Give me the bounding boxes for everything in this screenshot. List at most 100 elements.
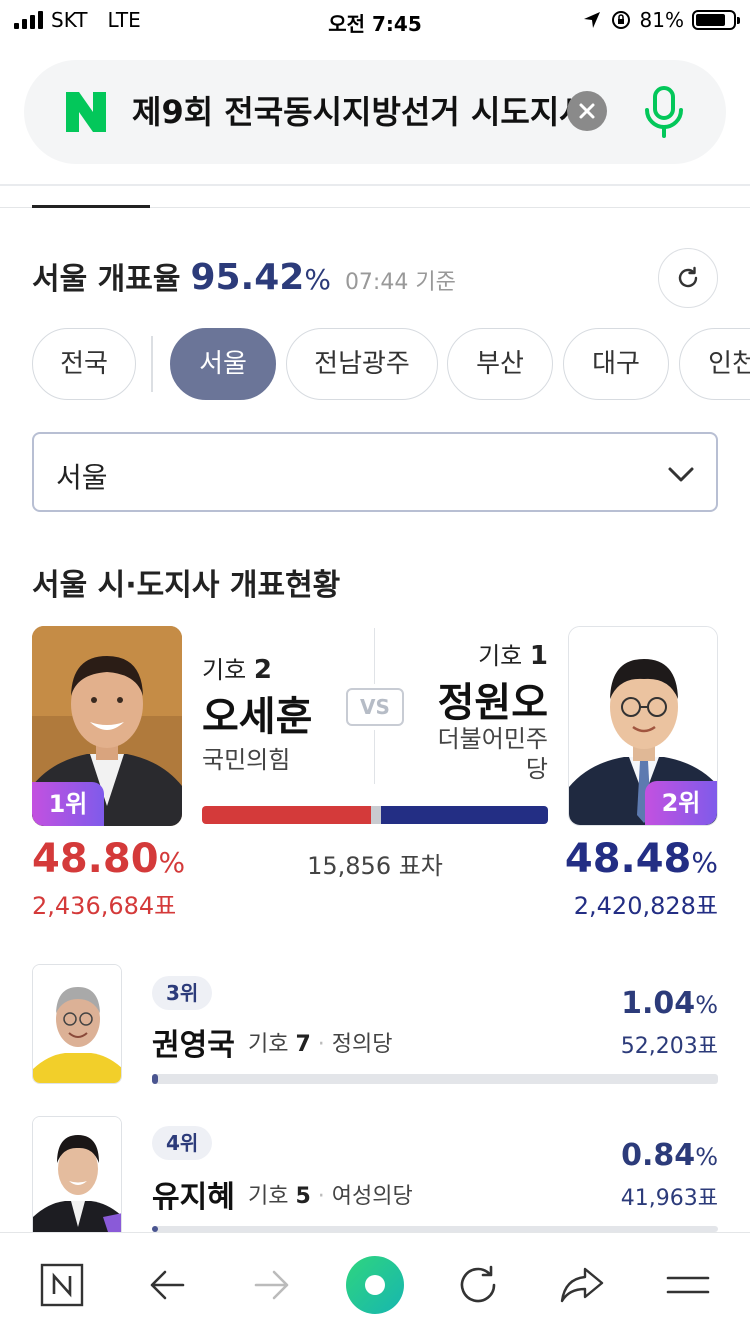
percent-value: 1.04 (621, 986, 696, 1021)
giho-label: 기호 (248, 1032, 289, 1057)
forward-button[interactable] (242, 1255, 302, 1315)
vote-share-right (380, 806, 548, 824)
candidate-party-right: 더불어민주 당 (438, 724, 548, 784)
chip-daegu[interactable]: 대구 (563, 328, 669, 400)
candidate-photo-left[interactable]: 1위 (32, 626, 182, 826)
active-tab-indicator (32, 205, 150, 208)
chip-jeonnam-gwangju[interactable]: 전남광주 (286, 328, 438, 400)
reload-button[interactable] (448, 1255, 508, 1315)
region-select-value: 서울 (56, 461, 108, 494)
battery-icon (692, 10, 740, 30)
giho-number: 1 (529, 641, 548, 671)
orientation-lock-icon (611, 11, 630, 29)
percent-left: 48.80% (32, 836, 185, 882)
percent-value: 0.84 (621, 1138, 696, 1173)
candidate-name-4[interactable]: 유지혜 (152, 1172, 235, 1216)
green-dot-icon (346, 1256, 404, 1314)
chip-divider (151, 336, 153, 392)
vs-badge: VS (346, 688, 404, 726)
party-name: 여성의당 (331, 1184, 413, 1209)
party-name: 정의당 (331, 1032, 393, 1057)
votes-right: 2,420,828표 (573, 892, 718, 920)
candidate-photo-3[interactable] (32, 964, 122, 1084)
percent-sign: % (691, 846, 718, 879)
search-bar[interactable]: 제9회 전국동시지방선거 시도지사 (24, 60, 726, 164)
giho-number: 2 (253, 655, 272, 685)
rank-badge: 1위 (32, 782, 104, 826)
status-right: 81% (582, 8, 740, 32)
rank-badge: 2위 (645, 781, 717, 825)
percent-sign: % (695, 991, 718, 1019)
close-icon (579, 103, 595, 119)
percent-value: 48.48 (564, 836, 692, 882)
candidate-name-left[interactable]: 오세훈 (202, 684, 312, 742)
candidate-name-3[interactable]: 권영국 (152, 1020, 235, 1064)
giho-number: 5 (295, 1184, 311, 1209)
share-button[interactable] (552, 1255, 612, 1315)
search-input[interactable]: 제9회 전국동시지방선거 시도지사 (132, 90, 572, 134)
giho-left: 기호 2 (202, 650, 272, 685)
party-line-2: 당 (525, 755, 548, 783)
votes-4: 41,963표 (620, 1186, 718, 1211)
green-dot-button[interactable] (344, 1254, 406, 1316)
percent-value: 48.80 (32, 836, 159, 882)
count-rate-label: 서울 개표율 (32, 262, 181, 297)
count-rate-time: 07:44 기준 (344, 270, 456, 295)
vs-divider-top (374, 628, 375, 684)
back-button[interactable] (137, 1255, 197, 1315)
menu-button[interactable] (658, 1255, 718, 1315)
header-divider (0, 184, 750, 186)
chip-nationwide[interactable]: 전국 (32, 328, 136, 400)
giho-number: 7 (295, 1032, 311, 1057)
region-chips: 전국 서울 전남광주 부산 대구 인천 (32, 328, 750, 400)
candidate-photo-4[interactable] (32, 1116, 122, 1234)
vote-share-left (202, 806, 371, 824)
rank-pill: 3위 (152, 976, 213, 1010)
refresh-icon (678, 266, 698, 288)
battery-fill (696, 14, 726, 26)
percent-4: 0.84% (621, 1138, 718, 1173)
vote-share-bar (202, 806, 548, 824)
candidate-party-left: 국민의힘 (202, 746, 291, 774)
back-arrow-icon (150, 1270, 185, 1300)
votes-3: 52,203표 (620, 1034, 718, 1059)
rank-pill: 4위 (152, 1126, 213, 1160)
candidate-info-3: 기호 7 · 정의당 (248, 1032, 393, 1057)
region-select[interactable]: 서울 (32, 432, 718, 512)
chip-seoul[interactable]: 서울 (170, 328, 276, 400)
microphone-icon[interactable] (640, 84, 688, 140)
naver-home-button[interactable] (32, 1255, 92, 1315)
menu-icon (666, 1276, 710, 1294)
count-rate-percent-sign: % (304, 263, 331, 296)
forward-arrow-icon (254, 1270, 289, 1300)
reload-icon (460, 1265, 496, 1303)
candidate-name-right[interactable]: 정원오 (438, 670, 548, 728)
naver-n-logo[interactable] (64, 90, 108, 134)
battery-percent: 81% (639, 8, 684, 32)
giho-label: 기호 (478, 642, 523, 670)
location-icon (583, 12, 600, 28)
share-icon (560, 1267, 604, 1303)
refresh-button[interactable] (658, 248, 718, 308)
candidate-photo-right[interactable]: 2위 (568, 626, 718, 826)
chip-incheon[interactable]: 인천 (679, 328, 750, 400)
chip-busan[interactable]: 부산 (447, 328, 553, 400)
candidate-portrait (33, 1117, 121, 1234)
vs-divider-bottom (374, 730, 375, 784)
giho-right: 기호 1 (478, 636, 548, 671)
votes-left: 2,436,684표 (32, 892, 177, 920)
count-rate-row: 서울 개표율 95.42 % 07:44 기준 (32, 254, 456, 298)
giho-label: 기호 (202, 656, 247, 684)
status-bar: SKT LTE 오전 7:45 81% (0, 0, 750, 40)
clear-search-button[interactable] (567, 91, 607, 131)
chevron-down-icon (668, 467, 694, 482)
percent-sign: % (695, 1143, 718, 1171)
count-rate-value: 95.42 (190, 257, 305, 298)
vote-share-gap (370, 806, 381, 824)
percent-3: 1.04% (621, 986, 718, 1021)
percent-right: 48.48% (565, 836, 718, 882)
naver-home-icon (40, 1263, 84, 1307)
candidate-info-4: 기호 5 · 여성의당 (248, 1184, 413, 1209)
section-title: 서울 시·도지사 개표현황 (32, 568, 341, 603)
vote-share-track-3 (152, 1074, 718, 1084)
